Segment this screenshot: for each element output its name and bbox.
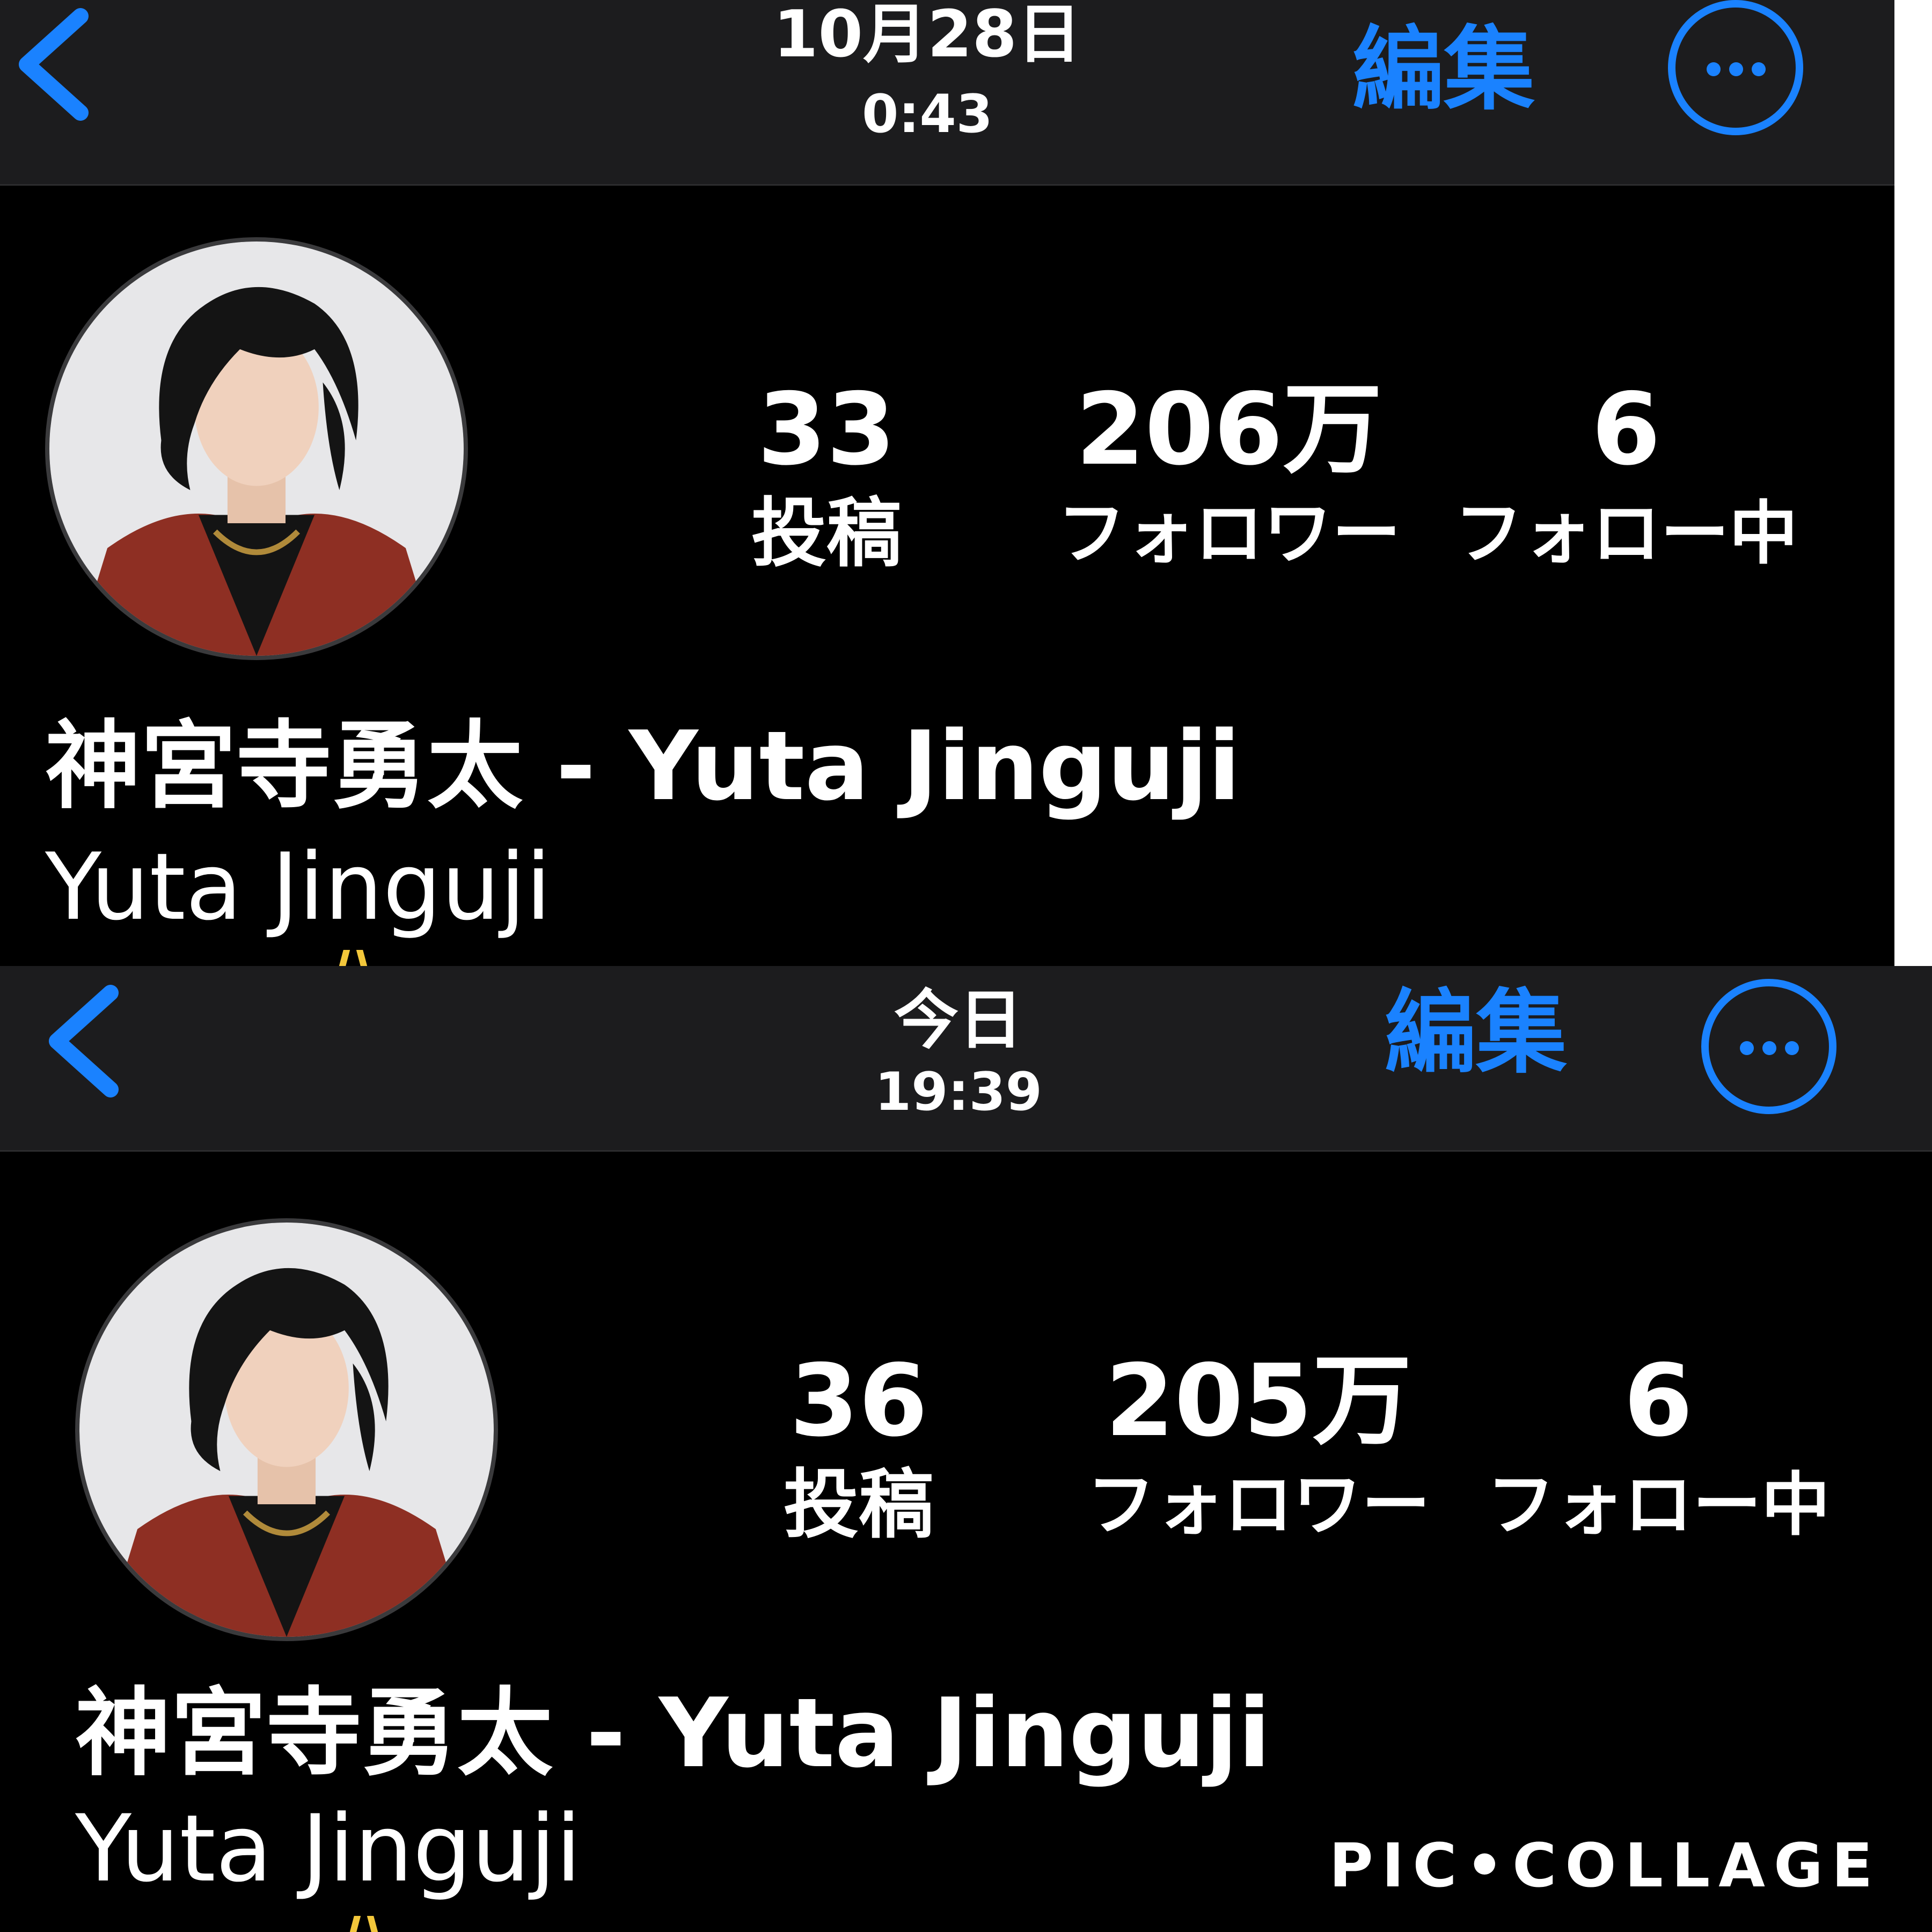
followers-count-label: フォロワー bbox=[1057, 494, 1401, 574]
profile-photo bbox=[79, 1223, 494, 1637]
following-count-value: 6 bbox=[1591, 371, 1661, 487]
username: Yuta Jinguji bbox=[45, 833, 552, 941]
following-count-label: フォロー中 bbox=[1486, 1465, 1830, 1545]
bio-emoji-peek bbox=[350, 1916, 378, 1932]
display-name: 神宮寺勇太 - Yuta Jinguji bbox=[75, 1678, 1271, 1789]
following-count[interactable]: 6 フォロー中 bbox=[1470, 1342, 1846, 1551]
more-button[interactable] bbox=[1668, 0, 1803, 135]
nav-bar: 10月28日 0:43 編集 bbox=[0, 0, 1894, 186]
edit-button[interactable]: 編集 bbox=[1352, 16, 1535, 123]
following-count-label: フォロー中 bbox=[1454, 494, 1798, 574]
posts-count[interactable]: 33 投稿 bbox=[714, 370, 939, 580]
followers-count-value: 205万 bbox=[1105, 1343, 1412, 1459]
profile-panel-after: 今日 19:39 編集 36 投稿 205万 フォロワー 6 フォロー中 神宮寺… bbox=[0, 966, 1932, 1932]
display-name: 神宮寺勇太 - Yuta Jinguji bbox=[45, 711, 1241, 822]
back-button[interactable] bbox=[5, 0, 102, 134]
following-count-value: 6 bbox=[1623, 1343, 1693, 1459]
followers-count[interactable]: 206万 フォロワー bbox=[1041, 370, 1417, 580]
chevron-left-icon bbox=[19, 8, 89, 121]
ellipsis-circle-icon bbox=[1707, 62, 1721, 76]
profile-photo bbox=[49, 241, 464, 656]
chat-time: 0:43 bbox=[862, 84, 993, 145]
posts-count-value: 33 bbox=[757, 371, 896, 487]
bio-emoji-peek bbox=[339, 950, 367, 966]
edit-button[interactable]: 編集 bbox=[1385, 979, 1567, 1087]
posts-count-value: 36 bbox=[789, 1343, 928, 1459]
posts-count[interactable]: 36 投稿 bbox=[746, 1342, 971, 1551]
following-count[interactable]: 6 フォロー中 bbox=[1438, 370, 1814, 580]
followers-count-label: フォロワー bbox=[1086, 1465, 1430, 1545]
more-button[interactable] bbox=[1701, 979, 1836, 1114]
nav-bar: 今日 19:39 編集 bbox=[0, 966, 1932, 1152]
profile-panel-before: 10月28日 0:43 編集 33 投稿 206万 フォロワー 6 フォロー中 bbox=[0, 0, 1894, 966]
pic-collage-watermark: PIC•COLLAGE bbox=[1321, 1810, 1889, 1922]
followers-count[interactable]: 205万 フォロワー bbox=[1071, 1342, 1446, 1551]
followers-count-value: 206万 bbox=[1075, 371, 1382, 487]
chat-time: 19:39 bbox=[875, 1062, 1042, 1123]
chat-date: 10月28日 bbox=[773, 0, 1081, 72]
avatar[interactable] bbox=[45, 237, 468, 660]
avatar[interactable] bbox=[75, 1218, 498, 1641]
username: Yuta Jinguji bbox=[75, 1795, 582, 1902]
posts-count-label: 投稿 bbox=[751, 490, 902, 577]
chat-date: 今日 bbox=[894, 983, 1023, 1058]
posts-count-label: 投稿 bbox=[783, 1461, 934, 1549]
chevron-left-icon bbox=[49, 985, 119, 1097]
ellipsis-circle-icon bbox=[1740, 1041, 1754, 1055]
back-button[interactable] bbox=[35, 977, 132, 1111]
